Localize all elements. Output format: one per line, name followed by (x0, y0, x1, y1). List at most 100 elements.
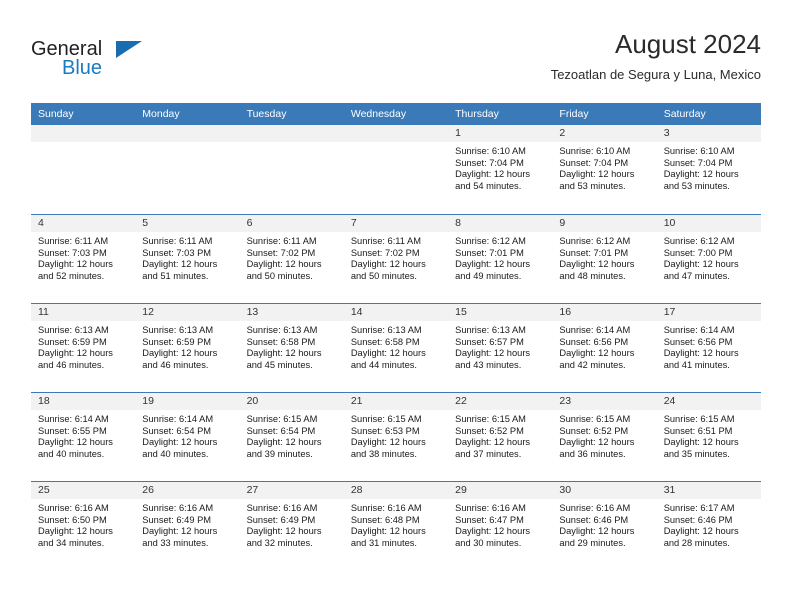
day-detail-line: Sunrise: 6:11 AM (38, 236, 109, 246)
day-detail-line: and 47 minutes. (663, 270, 730, 281)
day-cell[interactable]: 8 Sunrise: 6:12 AM Sunset: 7:01 PM Daylight… (448, 214, 553, 303)
day-detail-line: Sunset: 6:47 PM (455, 514, 524, 525)
day-detail-line: and 41 minutes. (663, 359, 730, 370)
day-detail-line: Daylight: 12 hours (663, 259, 739, 270)
day-cell[interactable]: 26 Sunrise: 6:16 AM Sunset: 6:49 PM Dayligh… (135, 481, 240, 570)
day-detail-line: Sunrise: 6:13 AM (142, 325, 214, 335)
day-details (240, 142, 344, 146)
day-cell[interactable]: 22 Sunrise: 6:15 AM Sunset: 6:52 PM Dayligh… (448, 392, 553, 481)
day-detail-line: Daylight: 12 hours (350, 437, 426, 448)
day-cell[interactable]: 4 Sunrise: 6:11 AM Sunset: 7:03 PM Daylight… (31, 214, 136, 303)
day-number: 23 (552, 393, 657, 410)
day-details: Sunrise: 6:16 AM Sunset: 6:47 PM Daylight:… (448, 499, 552, 549)
calendar-week-row: 18 Sunrise: 6:14 AM Sunset: 6:55 PM Dayligh… (31, 392, 761, 481)
page-header: General Blue August 2024 Tezoatlan de Se… (0, 0, 792, 100)
day-cell[interactable]: 30 Sunrise: 6:16 AM Sunset: 6:46 PM Dayligh… (552, 481, 657, 570)
day-number: 20 (239, 393, 344, 410)
day-cell[interactable]: 13 Sunrise: 6:13 AM Sunset: 6:58 PM Dayligh… (239, 303, 344, 392)
day-cell[interactable]: 3 Sunrise: 6:10 AM Sunset: 7:04 PM Daylight… (656, 125, 761, 214)
day-detail-line: Sunset: 7:02 PM (350, 247, 420, 258)
day-detail-line: and 44 minutes. (350, 359, 417, 370)
day-number: 10 (656, 215, 761, 232)
day-cell[interactable]: 12 Sunrise: 6:13 AM Sunset: 6:59 PM Dayligh… (135, 303, 240, 392)
day-cell[interactable]: 21 Sunrise: 6:15 AM Sunset: 6:53 PM Dayligh… (343, 392, 449, 481)
day-number: 27 (239, 482, 344, 499)
calendar-weeks: 1 Sunrise: 6:10 AM Sunset: 7:04 PM Daylight… (31, 125, 761, 570)
day-detail-line: and 28 minutes. (663, 537, 730, 548)
day-detail-line: and 33 minutes. (142, 537, 209, 548)
calendar-cell: 23 Sunrise: 6:15 AM Sunset: 6:52 PM Dayligh… (552, 392, 657, 481)
day-cell[interactable]: 16 Sunrise: 6:14 AM Sunset: 6:56 PM Dayligh… (552, 303, 657, 392)
day-detail-line: Daylight: 12 hours (246, 437, 322, 448)
day-number: 4 (31, 215, 136, 232)
day-number: 11 (31, 304, 136, 321)
general-blue-logo[interactable]: General Blue (31, 38, 161, 82)
day-cell[interactable]: 15 Sunrise: 6:13 AM Sunset: 6:57 PM Dayligh… (448, 303, 553, 392)
day-detail-line: Daylight: 12 hours (350, 526, 426, 537)
day-detail-line: Daylight: 12 hours (142, 437, 218, 448)
day-detail-line: Sunrise: 6:15 AM (455, 414, 526, 424)
day-number: 15 (448, 304, 553, 321)
day-detail-line: Sunset: 6:58 PM (350, 336, 420, 347)
day-number: 5 (135, 215, 240, 232)
day-detail-line: Daylight: 12 hours (455, 169, 531, 180)
day-detail-line: Sunrise: 6:15 AM (246, 414, 318, 424)
day-detail-line: Daylight: 12 hours (38, 348, 113, 359)
day-cell[interactable]: 24 Sunrise: 6:15 AM Sunset: 6:51 PM Dayligh… (656, 392, 761, 481)
day-detail-line: Daylight: 12 hours (663, 348, 739, 359)
day-cell[interactable]: 11 Sunrise: 6:13 AM Sunset: 6:59 PM Dayligh… (31, 303, 136, 392)
day-details: Sunrise: 6:14 AM Sunset: 6:56 PM Daylight:… (657, 321, 761, 371)
calendar-cell: 10 Sunrise: 6:12 AM Sunset: 7:00 PM Dayligh… (656, 214, 761, 303)
day-cell[interactable]: 2 Sunrise: 6:10 AM Sunset: 7:04 PM Daylight… (552, 125, 657, 214)
day-cell[interactable]: 10 Sunrise: 6:12 AM Sunset: 7:00 PM Dayligh… (656, 214, 761, 303)
day-detail-line: Sunset: 7:01 PM (455, 247, 524, 258)
day-cell[interactable]: 19 Sunrise: 6:14 AM Sunset: 6:54 PM Dayligh… (135, 392, 240, 481)
day-detail-line: and 45 minutes. (246, 359, 313, 370)
calendar-week-row: 4 Sunrise: 6:11 AM Sunset: 7:03 PM Daylight… (31, 214, 761, 303)
day-detail-line: Daylight: 12 hours (663, 169, 739, 180)
day-cell[interactable]: 14 Sunrise: 6:13 AM Sunset: 6:58 PM Dayligh… (343, 303, 449, 392)
day-cell[interactable]: 5 Sunrise: 6:11 AM Sunset: 7:03 PM Daylight… (135, 214, 240, 303)
day-cell[interactable]: 18 Sunrise: 6:14 AM Sunset: 6:55 PM Dayligh… (31, 392, 136, 481)
day-detail-line: and 46 minutes. (38, 359, 105, 370)
day-details: Sunrise: 6:14 AM Sunset: 6:55 PM Daylight:… (31, 410, 135, 460)
day-cell[interactable]: 28 Sunrise: 6:16 AM Sunset: 6:48 PM Dayligh… (343, 481, 449, 570)
day-detail-line: and 31 minutes. (350, 537, 417, 548)
day-cell[interactable]: 7 Sunrise: 6:11 AM Sunset: 7:02 PM Daylight… (343, 214, 449, 303)
day-cell[interactable]: 1 Sunrise: 6:10 AM Sunset: 7:04 PM Daylight… (448, 125, 553, 214)
day-detail-line: and 30 minutes. (455, 537, 522, 548)
day-detail-line: Sunset: 6:57 PM (455, 336, 524, 347)
day-number: 24 (656, 393, 761, 410)
logo-text-blue: Blue (62, 57, 103, 79)
calendar-cell: 3 Sunrise: 6:10 AM Sunset: 7:04 PM Daylight… (656, 125, 761, 214)
day-cell[interactable]: 17 Sunrise: 6:14 AM Sunset: 6:56 PM Dayligh… (656, 303, 761, 392)
day-detail-line: Sunset: 7:04 PM (455, 157, 524, 168)
calendar-cell: 31 Sunrise: 6:17 AM Sunset: 6:46 PM Dayligh… (656, 481, 761, 570)
day-detail-line: Daylight: 12 hours (663, 437, 739, 448)
calendar-cell: 21 Sunrise: 6:15 AM Sunset: 6:53 PM Dayligh… (343, 392, 449, 481)
day-details: Sunrise: 6:16 AM Sunset: 6:46 PM Daylight:… (552, 499, 656, 549)
day-detail-line: Sunrise: 6:12 AM (455, 236, 526, 246)
day-details: Sunrise: 6:12 AM Sunset: 7:00 PM Daylight:… (657, 232, 761, 282)
day-cell[interactable]: 23 Sunrise: 6:15 AM Sunset: 6:52 PM Dayligh… (552, 392, 657, 481)
day-detail-line: Daylight: 12 hours (455, 348, 531, 359)
day-cell[interactable]: 6 Sunrise: 6:11 AM Sunset: 7:02 PM Daylight… (239, 214, 344, 303)
day-details (344, 142, 448, 146)
day-cell[interactable]: 31 Sunrise: 6:17 AM Sunset: 6:46 PM Dayligh… (656, 481, 761, 570)
day-cell[interactable]: 25 Sunrise: 6:16 AM Sunset: 6:50 PM Dayligh… (31, 481, 136, 570)
day-detail-line: Daylight: 12 hours (455, 526, 531, 537)
day-cell[interactable]: 20 Sunrise: 6:15 AM Sunset: 6:54 PM Dayligh… (239, 392, 344, 481)
day-detail-line: Sunrise: 6:15 AM (663, 414, 735, 424)
calendar-cell (239, 125, 344, 214)
day-number: 19 (135, 393, 240, 410)
day-details: Sunrise: 6:14 AM Sunset: 6:56 PM Daylight:… (552, 321, 656, 371)
day-cell[interactable]: 27 Sunrise: 6:16 AM Sunset: 6:49 PM Dayligh… (239, 481, 344, 570)
day-cell[interactable]: 9 Sunrise: 6:12 AM Sunset: 7:01 PM Daylight… (552, 214, 657, 303)
day-detail-line: Daylight: 12 hours (559, 526, 635, 537)
day-detail-line: Sunset: 6:51 PM (663, 425, 733, 436)
day-cell[interactable]: 29 Sunrise: 6:16 AM Sunset: 6:47 PM Dayligh… (448, 481, 553, 570)
day-number: 28 (343, 482, 449, 499)
day-details: Sunrise: 6:10 AM Sunset: 7:04 PM Daylight:… (448, 142, 552, 192)
day-detail-line: and 37 minutes. (455, 448, 522, 459)
day-detail-line: and 35 minutes. (663, 448, 730, 459)
